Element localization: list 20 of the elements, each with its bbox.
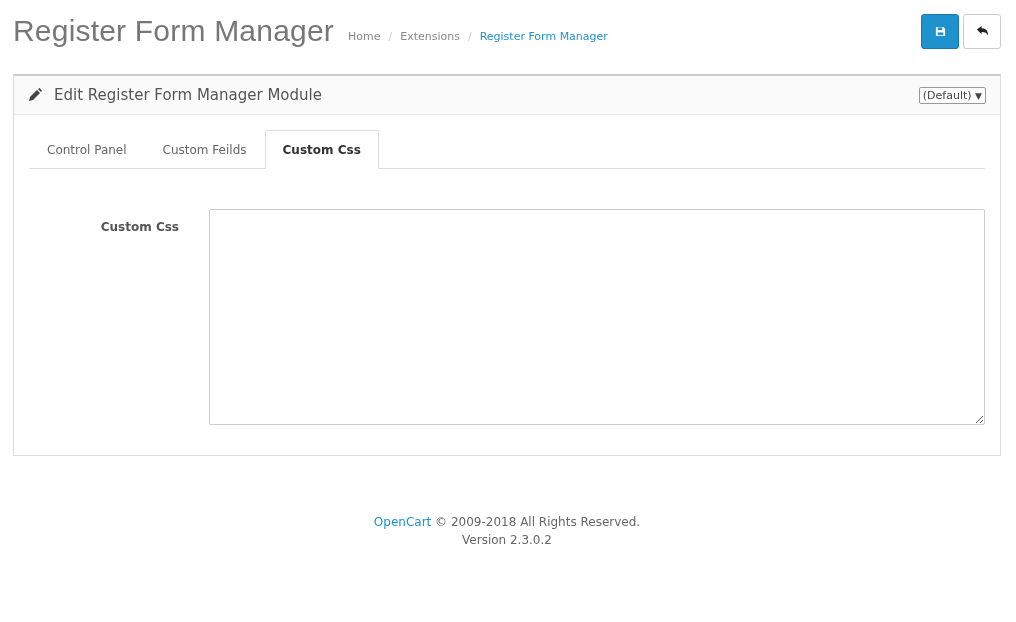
copyright-text: © 2009-2018 All Rights Reserved. <box>435 515 641 529</box>
save-button[interactable] <box>921 13 959 49</box>
pencil-icon <box>28 88 42 102</box>
back-button[interactable] <box>963 13 1001 49</box>
tab[interactable]: Custom Feilds <box>144 130 265 169</box>
tab[interactable]: Control Panel <box>29 130 145 169</box>
store-select[interactable]: (Default) ▼ <box>918 86 986 104</box>
panel-title: Edit Register Form Manager Module <box>54 86 323 104</box>
save-icon <box>934 25 946 37</box>
reply-arrow-icon <box>975 25 989 37</box>
breadcrumb-link[interactable]: Register Form Manager <box>479 29 608 43</box>
tab[interactable]: Custom Css <box>264 130 379 169</box>
breadcrumb-separator: / <box>388 29 393 43</box>
breadcrumb-separator: / <box>467 29 472 43</box>
footer-link[interactable]: OpenCart <box>373 515 432 529</box>
page-title: Register Form Manager <box>13 14 334 48</box>
breadcrumb-link[interactable]: Extensions <box>400 29 460 43</box>
field-label: Custom Css <box>99 219 180 236</box>
breadcrumb-link[interactable]: Home <box>348 29 381 43</box>
version-text: Version 2.3.0.2 <box>461 532 553 549</box>
